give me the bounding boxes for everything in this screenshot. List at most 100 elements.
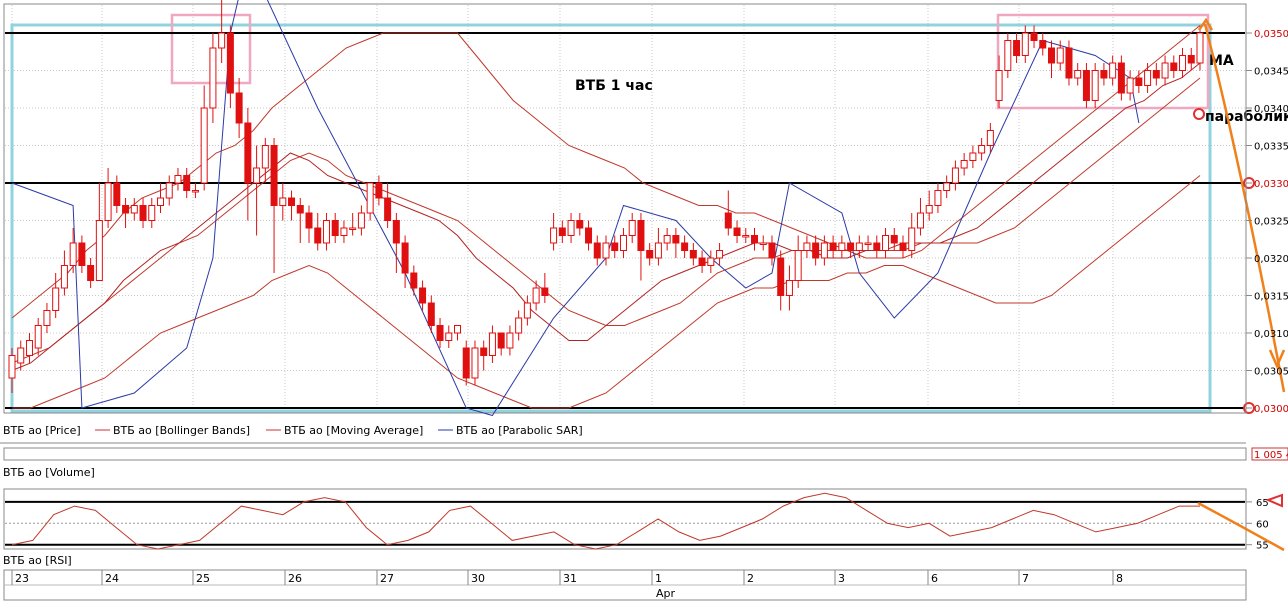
date-label: 1	[655, 572, 662, 585]
candle-up	[934, 190, 942, 206]
candle-down	[331, 220, 339, 236]
price-tick-label: 0,0320	[1254, 254, 1288, 265]
candle-down	[1152, 70, 1160, 79]
candle-down	[384, 197, 392, 221]
candle-up	[619, 235, 627, 251]
candle-down	[672, 235, 680, 244]
candle-up	[707, 257, 715, 266]
candle-down	[541, 287, 549, 296]
candle-up	[43, 310, 51, 326]
candle-down	[462, 347, 470, 379]
candle-down	[829, 242, 837, 251]
candle-down	[1100, 70, 1108, 79]
price-tick-label: 0,0345	[1254, 67, 1288, 78]
date-label: 7	[1022, 572, 1029, 585]
candle-up	[25, 340, 33, 356]
candle-up	[742, 235, 750, 238]
candle-up	[1144, 70, 1152, 86]
candle-down	[427, 302, 435, 326]
date-label: 30	[471, 572, 485, 585]
candle-down	[270, 145, 278, 206]
candle-up	[1004, 40, 1012, 71]
candle-up	[200, 107, 208, 184]
candle-up	[820, 242, 828, 259]
candle-up	[191, 190, 199, 193]
candle-down	[733, 227, 741, 236]
candle-up	[567, 220, 575, 236]
candle-down	[1117, 62, 1125, 94]
candle-up	[218, 32, 226, 49]
candle-down	[314, 227, 322, 244]
candle-up	[279, 197, 287, 206]
legend-ma: ВТБ ао [Moving Average]	[284, 424, 423, 437]
chart-title: ВТБ 1 час	[575, 78, 653, 94]
candle-up	[759, 242, 767, 245]
price-tick-label: 0,0300	[1254, 404, 1288, 415]
candle-down	[646, 250, 654, 259]
candle-up	[960, 160, 968, 169]
candle-up	[8, 355, 16, 379]
candle-up	[60, 265, 68, 289]
candle-down	[1187, 55, 1195, 64]
candle-up	[349, 227, 357, 230]
candle-up	[1126, 77, 1134, 94]
candle-up	[1056, 47, 1064, 64]
rsi-label: ВТБ ао [RSI]	[3, 554, 72, 567]
date-label: 8	[1116, 572, 1123, 585]
candle-down	[497, 332, 505, 349]
volume-label: ВТБ ао [Volume]	[3, 466, 95, 479]
candle-down	[777, 257, 785, 296]
candle-up	[794, 250, 802, 281]
candle-up	[69, 242, 77, 266]
candle-up	[148, 205, 156, 221]
candle-up	[716, 250, 724, 259]
candle-up	[366, 182, 374, 214]
candle-up	[882, 235, 890, 251]
candle-down	[87, 265, 95, 281]
price-tick-label: 0,0305	[1254, 367, 1288, 378]
price-tick-label: 0,0340	[1254, 104, 1288, 115]
candle-up	[261, 145, 269, 169]
candle-up	[628, 220, 636, 236]
candle-down	[899, 242, 907, 251]
candle-up	[209, 47, 217, 109]
candle-down	[637, 220, 645, 251]
candle-up	[357, 212, 365, 229]
candle-up	[838, 242, 846, 251]
candle-up	[908, 227, 916, 251]
candle-down	[890, 235, 898, 244]
candle-up	[785, 280, 793, 296]
volume-panel-frame	[3, 447, 1247, 461]
candle-up	[488, 332, 496, 356]
candle-up	[803, 242, 811, 251]
candle-up	[515, 317, 523, 334]
candle-down	[244, 122, 252, 184]
rsi-tick-label: 55	[1256, 541, 1269, 552]
legend-price: ВТБ ао [Price]	[3, 424, 81, 437]
date-label: 31	[563, 572, 577, 585]
candle-down	[585, 227, 593, 244]
candle-up	[951, 167, 959, 184]
candle-down	[873, 242, 881, 251]
candle-down	[724, 212, 732, 229]
candle-up	[864, 242, 872, 245]
candle-up	[165, 182, 173, 199]
candle-down	[410, 272, 418, 289]
candle-up	[104, 182, 112, 221]
candle-down	[375, 182, 383, 199]
price-tick-label: 0,0325	[1254, 217, 1288, 228]
candle-up	[1091, 70, 1099, 101]
candle-down	[401, 242, 409, 274]
month-label: Apr	[656, 587, 676, 600]
candle-down	[611, 242, 619, 251]
candle-up	[523, 302, 531, 319]
candle-down	[1030, 32, 1038, 41]
candle-down	[812, 242, 820, 259]
candle-down	[1013, 40, 1021, 56]
candle-up	[663, 235, 671, 244]
legend-bollinger: ВТБ ао [Bollinger Bands]	[113, 424, 250, 437]
candle-up	[454, 325, 461, 334]
candle-up	[855, 242, 863, 251]
candle-down	[576, 220, 584, 229]
candle-down	[122, 205, 130, 214]
